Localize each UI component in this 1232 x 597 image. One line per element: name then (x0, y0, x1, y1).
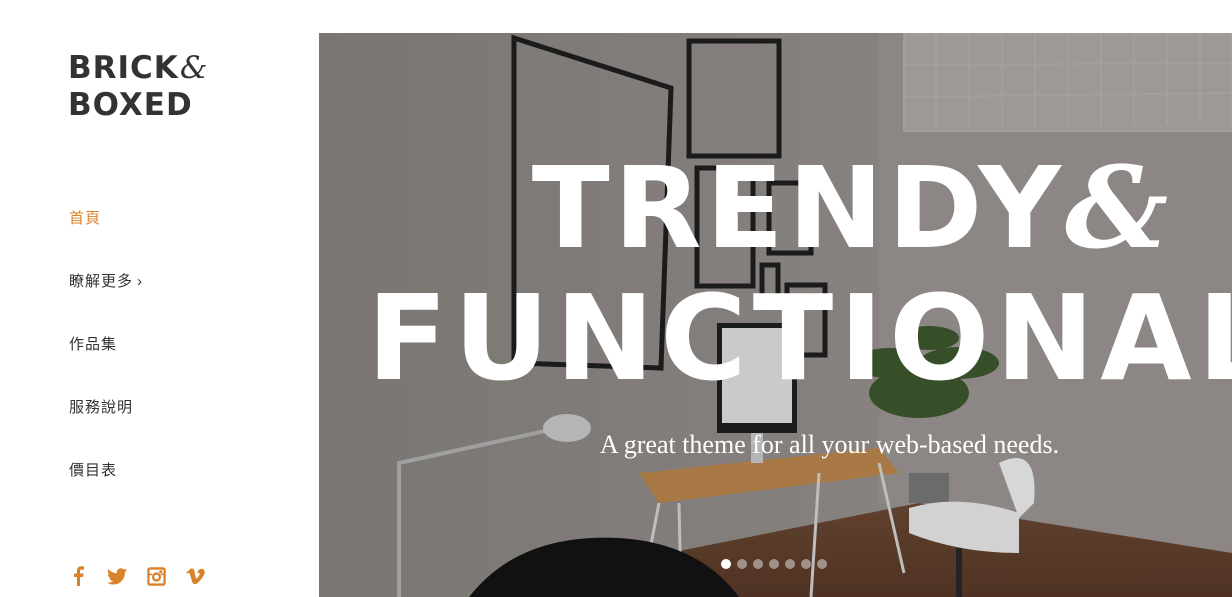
nav-link-portfolio[interactable]: 作品集 (69, 326, 117, 364)
slider-dot-2[interactable] (737, 559, 747, 569)
slider-dot-1[interactable] (721, 559, 731, 569)
sidebar: BRICK& BOXED 首頁 瞭解更多 › 作品集 服務說明 價目表 (0, 0, 319, 597)
hero-subtitle: A great theme for all your web-based nee… (599, 430, 1060, 459)
nav-link-learn-more[interactable]: 瞭解更多 › (69, 263, 143, 301)
slider-dot-4[interactable] (769, 559, 779, 569)
vimeo-icon[interactable] (185, 564, 205, 588)
brand-line1: BRICK (68, 50, 179, 86)
slider-dot-5[interactable] (785, 559, 795, 569)
nav-item-pricing: 價目表 (69, 452, 143, 515)
main-nav: 首頁 瞭解更多 › 作品集 服務說明 價目表 (69, 200, 143, 515)
slider-dot-3[interactable] (753, 559, 763, 569)
brand-line2: BOXED (68, 87, 193, 123)
nav-item-services: 服務說明 (69, 389, 143, 452)
hero-title-word1: TRENDY (531, 144, 1066, 274)
hero-title-line1: TRENDY& (319, 153, 1232, 266)
brand-ampersand: & (179, 50, 209, 86)
instagram-icon[interactable] (146, 564, 166, 588)
nav-link-home[interactable]: 首頁 (69, 200, 101, 238)
nav-label-learn-more: 瞭解更多 (69, 273, 134, 290)
hero-title-ampersand: & (1065, 143, 1173, 274)
hero-title: TRENDY& FUNCTIONAL (319, 153, 1232, 407)
chevron-right-icon: › (137, 273, 144, 290)
nav-item-home: 首頁 (69, 200, 143, 263)
nav-link-pricing[interactable]: 價目表 (69, 452, 117, 490)
nav-item-portfolio: 作品集 (69, 326, 143, 389)
hero-title-line2: FUNCTIONAL (367, 269, 1232, 407)
nav-link-services[interactable]: 服務說明 (69, 389, 133, 427)
slider-dot-6[interactable] (801, 559, 811, 569)
brand-logo[interactable]: BRICK& BOXED (68, 50, 208, 124)
twitter-icon[interactable] (107, 564, 127, 588)
slider-pagination (721, 559, 827, 569)
social-links (68, 564, 205, 588)
hero-slider: TRENDY& FUNCTIONAL A great theme for all… (319, 33, 1232, 597)
nav-item-learn-more: 瞭解更多 › (69, 263, 143, 326)
slider-dot-7[interactable] (817, 559, 827, 569)
facebook-icon[interactable] (68, 564, 88, 588)
